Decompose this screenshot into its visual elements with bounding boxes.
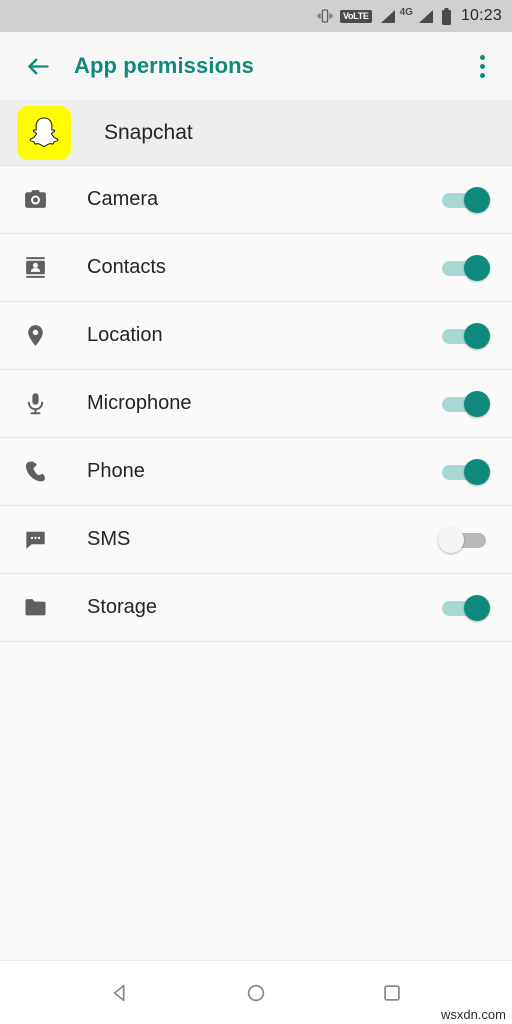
- network-type-label: 4G: [400, 7, 413, 18]
- permission-label: Location: [87, 324, 163, 346]
- overflow-dot-3: [479, 72, 485, 78]
- permission-row-camera[interactable]: Camera: [0, 166, 512, 234]
- toggle-knob: [464, 458, 490, 485]
- back-arrow-icon[interactable]: [16, 44, 60, 88]
- permission-toggle-phone[interactable]: [439, 458, 490, 486]
- empty-content-area: [0, 642, 512, 957]
- overflow-dot-2: [479, 63, 485, 69]
- page-title: App permissions: [74, 53, 254, 78]
- location-pin-icon: [17, 323, 53, 348]
- microphone-icon: [17, 391, 53, 416]
- permission-toggle-location[interactable]: [439, 322, 490, 350]
- folder-icon: [17, 595, 53, 620]
- permission-list: Camera Contacts Location Microphone Phon…: [0, 166, 512, 642]
- permission-label: Contacts: [87, 256, 166, 278]
- contacts-icon: [17, 255, 53, 280]
- permission-label: Storage: [87, 596, 158, 618]
- system-navigation-bar: [0, 960, 512, 1024]
- signal-bars-icon: [379, 9, 396, 24]
- permission-row-phone[interactable]: Phone: [0, 438, 512, 506]
- toggle-knob: [464, 254, 490, 281]
- app-header-row[interactable]: Snapchat: [0, 100, 512, 166]
- vibrate-icon: [317, 8, 333, 24]
- volte-badge: VoLTE: [339, 9, 372, 23]
- nav-home-circle-icon[interactable]: [232, 969, 280, 1017]
- nav-back-triangle-icon[interactable]: [96, 969, 144, 1017]
- permission-row-contacts[interactable]: Contacts: [0, 234, 512, 302]
- phone-icon: [17, 459, 53, 484]
- permission-row-location[interactable]: Location: [0, 302, 512, 370]
- sms-icon: [17, 527, 53, 552]
- app-bar: App permissions: [0, 32, 512, 100]
- overflow-dot-1: [479, 54, 485, 60]
- watermark: wsxdn.com: [440, 1007, 506, 1022]
- network-label-text: 4G: [399, 7, 413, 18]
- toggle-knob: [464, 322, 490, 349]
- permission-label: Phone: [87, 460, 145, 482]
- snapchat-ghost-icon: [17, 105, 71, 160]
- toggle-knob: [464, 390, 490, 417]
- permission-label: Microphone: [87, 392, 192, 414]
- permission-row-storage[interactable]: Storage: [0, 574, 512, 642]
- permission-toggle-microphone[interactable]: [439, 390, 490, 418]
- permission-toggle-camera[interactable]: [439, 186, 490, 214]
- camera-icon: [17, 187, 53, 212]
- toggle-knob: [438, 526, 464, 553]
- battery-full-icon: [441, 7, 452, 25]
- nav-recents-square-icon[interactable]: [368, 969, 416, 1017]
- signal-bars-icon-2: [417, 9, 434, 24]
- toggle-knob: [464, 186, 490, 213]
- app-name-label: Snapchat: [104, 120, 193, 144]
- overflow-menu-icon[interactable]: [466, 44, 498, 88]
- toggle-knob: [464, 594, 490, 621]
- permission-row-microphone[interactable]: Microphone: [0, 370, 512, 438]
- status-bar-clock: 10:23: [460, 7, 502, 24]
- permission-toggle-contacts[interactable]: [439, 254, 490, 282]
- permission-label: Camera: [87, 188, 159, 210]
- permission-toggle-storage[interactable]: [439, 594, 490, 622]
- phone-screen: VoLTE 4G 10:23 App permissions Snapchat …: [0, 0, 512, 1024]
- status-bar: VoLTE 4G 10:23: [0, 0, 512, 32]
- permission-row-sms[interactable]: SMS: [0, 506, 512, 574]
- permission-toggle-sms[interactable]: [438, 526, 489, 554]
- permission-label: SMS: [87, 528, 131, 550]
